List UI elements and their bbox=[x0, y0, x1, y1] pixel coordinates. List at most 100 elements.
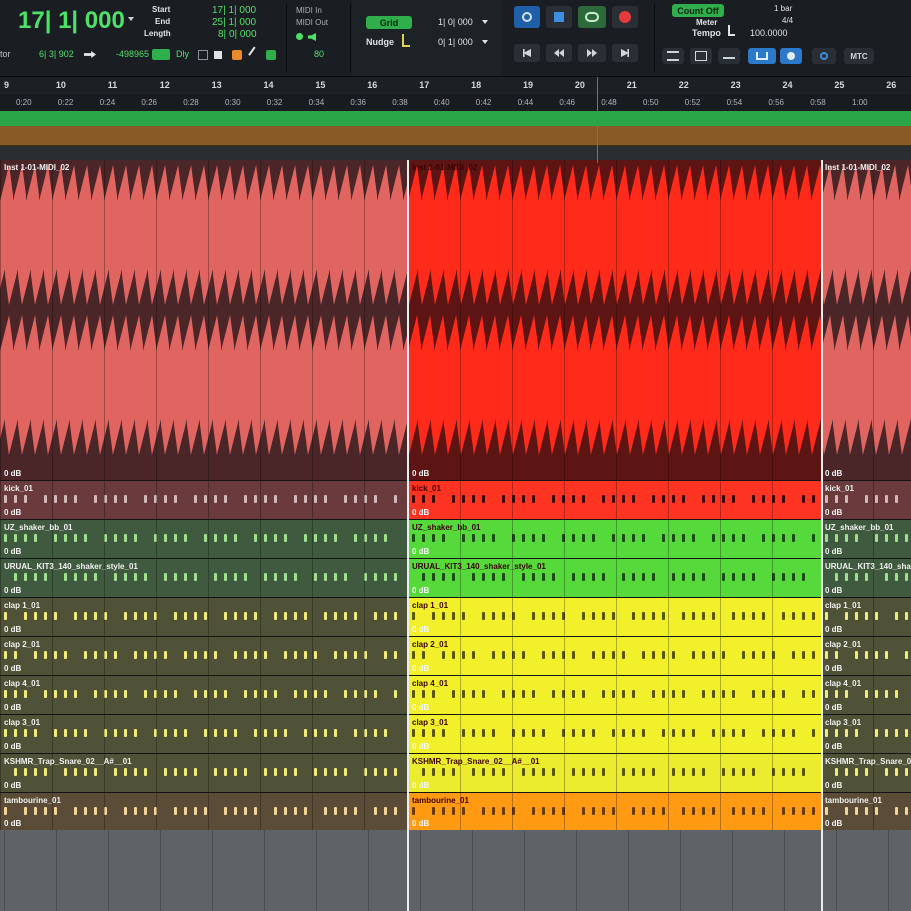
clip-clap1-selected[interactable]: clap 1_01 0 dB bbox=[408, 598, 821, 636]
grid-toggle-icon[interactable] bbox=[266, 50, 276, 60]
stop-button[interactable] bbox=[546, 6, 572, 28]
hit-marker bbox=[74, 495, 77, 503]
hit-marker bbox=[144, 612, 147, 620]
clip-inst-left[interactable]: Inst 1-01-MIDI_02 0 dB bbox=[0, 160, 408, 480]
clip-urual-selected[interactable]: URUAL_KIT3_140_shaker_style_01 0 dB bbox=[408, 559, 821, 597]
clip-snare-left[interactable]: KSHMR_Trap_Snare_02__A#__01 0 dB bbox=[0, 754, 408, 792]
grid-dropdown-icon[interactable] bbox=[482, 20, 488, 24]
clip-clap4-left[interactable]: clap 4_01 0 dB bbox=[0, 676, 408, 714]
empty-track-area[interactable] bbox=[0, 830, 911, 911]
clip-tamb-selected[interactable]: tambourine_01 0 dB bbox=[408, 793, 821, 830]
clip-clap3-left[interactable]: clap 3_01 0 dB bbox=[0, 715, 408, 753]
counter-dropdown-icon[interactable] bbox=[128, 17, 134, 21]
nudge-dropdown-icon[interactable] bbox=[482, 40, 488, 44]
clip-clap1-left[interactable]: clap 1_01 0 dB bbox=[0, 598, 408, 636]
marker-lane[interactable] bbox=[0, 111, 911, 126]
meter-value[interactable]: 4/4 bbox=[782, 16, 793, 25]
midi-merge-button[interactable] bbox=[690, 48, 712, 64]
hit-marker bbox=[502, 612, 505, 620]
hit-marker bbox=[94, 495, 97, 503]
nudge-value[interactable]: 0| 1| 000 bbox=[438, 37, 473, 47]
tempo-label[interactable]: Tempo bbox=[692, 28, 721, 38]
conductor-button[interactable] bbox=[748, 48, 776, 64]
count-off-bars[interactable]: 1 bar bbox=[774, 4, 792, 13]
metronome-button[interactable] bbox=[662, 48, 684, 64]
clip-clap2-selected[interactable]: clap 2_01 0 dB bbox=[408, 637, 821, 675]
online-button[interactable] bbox=[514, 6, 540, 28]
clip-urual-right[interactable]: URUAL_KIT3_140_shaker_style_01 0 dB bbox=[821, 559, 911, 597]
tempo-value[interactable]: 100.0000 bbox=[750, 28, 788, 38]
hit-marker bbox=[672, 690, 675, 698]
return-to-zero-button[interactable] bbox=[514, 44, 540, 62]
midi-hits bbox=[0, 726, 408, 739]
hit-marker bbox=[274, 612, 277, 620]
clip-kick-left[interactable]: kick_01 0 dB bbox=[0, 481, 408, 519]
fast-forward-button[interactable] bbox=[578, 44, 606, 62]
min-sec-ruler[interactable]: 0:20 0:22 0:24 0:26 0:28 0:30 0:32 0:34 0:36 0:38… bbox=[0, 95, 911, 112]
hit-marker bbox=[214, 768, 217, 776]
hit-marker bbox=[54, 534, 57, 542]
clip-clap4-right[interactable]: clap 4_01 0 dB bbox=[821, 676, 911, 714]
clip-name: clap 3_01 bbox=[412, 718, 449, 727]
hit-marker bbox=[802, 690, 805, 698]
online-sync-button[interactable] bbox=[812, 48, 836, 64]
nudge-label[interactable]: Nudge bbox=[366, 37, 394, 47]
stop-square-icon[interactable] bbox=[214, 51, 222, 59]
bars-beats-ruler[interactable]: 9 10 11 12 13 14 15 16 17 18 19 20 21 22 23 24 25 26 bbox=[0, 77, 911, 95]
main-counter[interactable]: 17| 1| 000 bbox=[18, 7, 125, 35]
sample-value[interactable]: -498965 bbox=[116, 49, 149, 59]
start-value[interactable]: 17| 1| 000 bbox=[212, 5, 256, 16]
mtc-button[interactable]: MTC bbox=[844, 48, 874, 64]
loop-play-button[interactable] bbox=[578, 6, 606, 28]
clip-tamb-left[interactable]: tambourine_01 0 dB bbox=[0, 793, 408, 830]
end-value[interactable]: 25| 1| 000 bbox=[212, 17, 256, 28]
clip-snare-selected[interactable]: KSHMR_Trap_Snare_02__A#__01 0 dB bbox=[408, 754, 821, 792]
hit-marker bbox=[482, 690, 485, 698]
speaker-icon[interactable] bbox=[308, 33, 316, 41]
count-off-button[interactable]: Count Off bbox=[672, 4, 724, 17]
rtz-icon bbox=[523, 49, 531, 57]
grid-line bbox=[156, 754, 157, 792]
clip-clap1-right[interactable]: clap 1_01 0 dB bbox=[821, 598, 911, 636]
hit-marker bbox=[812, 651, 815, 659]
clip-inst-selected[interactable]: Inst 1-01-MIDI_02 0 dB bbox=[408, 160, 821, 480]
wait-for-note-button[interactable] bbox=[718, 48, 740, 64]
pencil-icon[interactable] bbox=[248, 46, 264, 62]
clip-clap3-right[interactable]: clap 3_01 0 dB bbox=[821, 715, 911, 753]
hit-marker bbox=[284, 807, 287, 815]
hit-marker bbox=[702, 768, 705, 776]
length-value[interactable]: 8| 0| 000 bbox=[218, 29, 257, 40]
hit-marker bbox=[334, 534, 337, 542]
hit-marker bbox=[642, 573, 645, 581]
grid-line bbox=[616, 676, 617, 714]
edit-mode-icon[interactable] bbox=[232, 50, 242, 60]
clip-uz-selected[interactable]: UZ_shaker_bb_01 0 dB bbox=[408, 520, 821, 558]
link-icon[interactable] bbox=[152, 49, 170, 60]
time-label: 0:26 bbox=[141, 98, 157, 107]
checkbox-icon[interactable] bbox=[198, 50, 208, 60]
rewind-button[interactable] bbox=[546, 44, 572, 62]
go-to-end-button[interactable] bbox=[612, 44, 638, 62]
clip-clap2-left[interactable]: clap 2_01 0 dB bbox=[0, 637, 408, 675]
clip-kick-selected[interactable]: kick_01 0 dB bbox=[408, 481, 821, 519]
sub-counter[interactable]: 6| 3| 902 bbox=[39, 49, 74, 59]
clip-tamb-right[interactable]: tambourine_01 0 dB bbox=[821, 793, 911, 830]
clip-uz-right[interactable]: UZ_shaker_bb_01 0 dB bbox=[821, 520, 911, 558]
playhead-cursor[interactable] bbox=[597, 77, 598, 163]
track-urual: URUAL_KIT3_140_shaker_style_01 0 dB URUAL_… bbox=[0, 559, 911, 597]
clip-urual-left[interactable]: URUAL_KIT3_140_shaker_style_01 0 dB bbox=[0, 559, 408, 597]
record-button[interactable] bbox=[612, 6, 638, 28]
hit-marker bbox=[702, 612, 705, 620]
clip-kick-right[interactable]: kick_01 0 dB bbox=[821, 481, 911, 519]
grid-value[interactable]: 1| 0| 000 bbox=[438, 17, 473, 27]
grid-button[interactable]: Grid bbox=[366, 16, 412, 29]
clip-clap4-selected[interactable]: clap 4_01 0 dB bbox=[408, 676, 821, 714]
delay-label[interactable]: Dly bbox=[176, 49, 189, 59]
clip-snare-right[interactable]: KSHMR_Trap_Snare_02__A#__01 0 dB bbox=[821, 754, 911, 792]
clip-clap2-right[interactable]: clap 2_01 0 dB bbox=[821, 637, 911, 675]
clip-uz-left[interactable]: UZ_shaker_bb_01 0 dB bbox=[0, 520, 408, 558]
clip-inst-right[interactable]: Inst 1-01-MIDI_02 0 dB bbox=[821, 160, 911, 480]
sync-button[interactable] bbox=[780, 48, 802, 64]
clip-clap3-selected[interactable]: clap 3_01 0 dB bbox=[408, 715, 821, 753]
tempo-lane[interactable] bbox=[0, 126, 911, 146]
